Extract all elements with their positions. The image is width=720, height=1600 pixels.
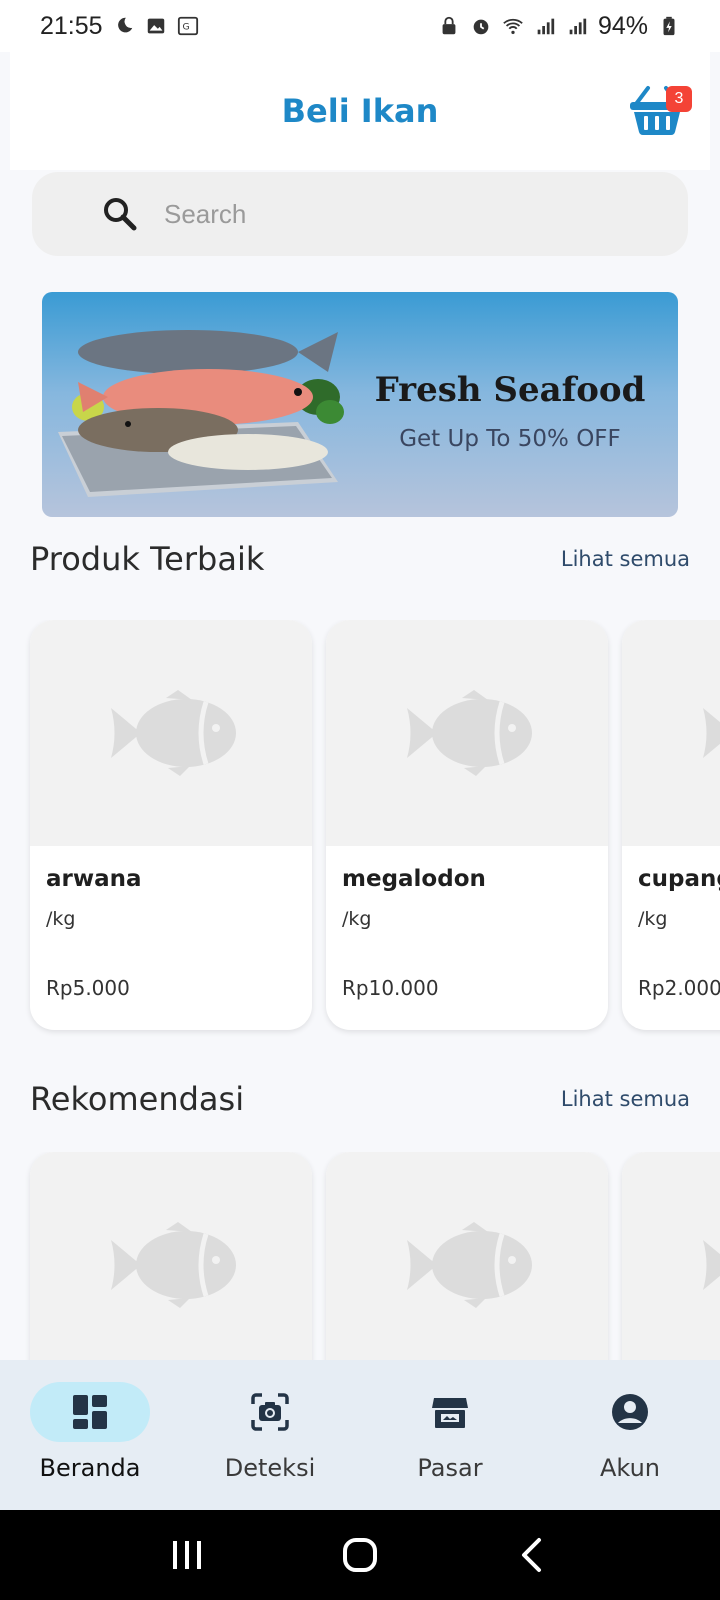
product-card[interactable] [326, 1152, 608, 1360]
nav-item-pasar[interactable]: Pasar [360, 1360, 540, 1510]
fish-placeholder-icon [703, 1240, 720, 1290]
recent-apps-icon [172, 1541, 201, 1569]
nav-label: Pasar [417, 1454, 483, 1482]
status-right: 94% [438, 12, 680, 41]
nav-item-akun[interactable]: Akun [540, 1360, 720, 1510]
product-image [622, 620, 720, 846]
recent-apps-button[interactable] [162, 1530, 212, 1580]
bottom-navigation: Beranda Deteksi Pasar Akun [0, 1360, 720, 1510]
product-price: Rp5.000 [46, 976, 130, 1000]
dashboard-icon [73, 1395, 107, 1429]
image-icon [145, 15, 167, 37]
product-price: Rp2.000 [638, 976, 720, 1000]
product-name: arwana [46, 866, 142, 892]
product-card[interactable]: megalodon /kg Rp10.000 [326, 620, 608, 1030]
cart-count-badge: 3 [666, 86, 692, 112]
see-all-link[interactable]: Lihat semua [561, 1087, 690, 1111]
status-bar: 21:55 G 94% [0, 0, 720, 52]
fish-placeholder-icon [703, 708, 720, 758]
product-unit: /kg [342, 908, 372, 930]
product-name: cupang [638, 866, 720, 892]
cart-button[interactable]: 3 [628, 82, 692, 138]
product-image [622, 1152, 720, 1360]
lock-icon [438, 15, 460, 37]
banner-subtitle: Get Up To 50% OFF [399, 426, 621, 452]
moon-icon [113, 15, 135, 37]
product-unit: /kg [638, 908, 668, 930]
nav-label: Deteksi [224, 1454, 316, 1482]
search-input[interactable] [164, 198, 644, 230]
product-carousel[interactable]: arwana /kg Rp5.000 megalodon /kg Rp10.00… [0, 620, 720, 1040]
product-price: Rp10.000 [342, 976, 439, 1000]
promo-banner[interactable]: Fresh Seafood Get Up To 50% OFF [42, 292, 678, 517]
section-title: Rekomendasi [30, 1080, 245, 1118]
store-icon [432, 1398, 468, 1428]
back-icon [522, 1538, 542, 1572]
product-card[interactable]: cupang /kg Rp2.000 [622, 620, 720, 1030]
svg-text:G: G [182, 22, 189, 33]
home-button[interactable] [335, 1530, 385, 1580]
search-icon [104, 198, 137, 231]
seafood-image [58, 330, 344, 497]
product-card[interactable]: arwana /kg Rp5.000 [30, 620, 312, 1030]
nav-pill [210, 1382, 330, 1442]
fish-placeholder-icon [407, 690, 532, 776]
camera-scan-icon [251, 1393, 289, 1431]
fish-placeholder-icon [111, 1222, 236, 1308]
nav-item-deteksi[interactable]: Deteksi [180, 1360, 360, 1510]
product-name: megalodon [342, 866, 486, 892]
nav-pill [570, 1382, 690, 1442]
nav-pill [30, 1382, 150, 1442]
section-title: Produk Terbaik [30, 540, 265, 578]
section-header-best-products: Produk Terbaik Lihat semua [30, 540, 690, 578]
banner-title: Fresh Seafood [374, 370, 646, 410]
back-button[interactable] [508, 1530, 558, 1580]
account-icon [612, 1394, 648, 1430]
status-time: 21:55 [40, 11, 103, 40]
status-left: 21:55 G [40, 12, 199, 41]
alarm-icon [470, 15, 492, 37]
nav-label: Beranda [39, 1454, 141, 1482]
nav-pill [390, 1382, 510, 1442]
wifi-icon [502, 15, 524, 37]
product-unit: /kg [46, 908, 76, 930]
battery-icon [658, 15, 680, 37]
app-header: Beli Ikan 3 [10, 52, 710, 170]
signal-icon [534, 15, 556, 37]
nav-label: Akun [600, 1454, 660, 1482]
product-image [326, 620, 608, 846]
fish-placeholder-icon [111, 690, 236, 776]
nav-item-beranda[interactable]: Beranda [0, 1360, 180, 1510]
section-header-recommendations: Rekomendasi Lihat semua [30, 1080, 690, 1118]
page-title: Beli Ikan [281, 92, 439, 130]
product-card[interactable] [30, 1152, 312, 1360]
translate-icon: G [177, 15, 199, 37]
system-navigation-bar [0, 1510, 720, 1600]
product-image [326, 1152, 608, 1360]
battery-percent: 94% [597, 11, 648, 40]
search-bar[interactable] [32, 172, 688, 256]
product-image [30, 1152, 312, 1360]
see-all-link[interactable]: Lihat semua [561, 547, 690, 571]
fish-placeholder-icon [407, 1222, 532, 1308]
signal-icon [566, 15, 588, 37]
recommendation-carousel[interactable] [0, 1152, 720, 1360]
home-icon [342, 1538, 377, 1572]
product-image [30, 620, 312, 846]
product-card[interactable] [622, 1152, 720, 1360]
